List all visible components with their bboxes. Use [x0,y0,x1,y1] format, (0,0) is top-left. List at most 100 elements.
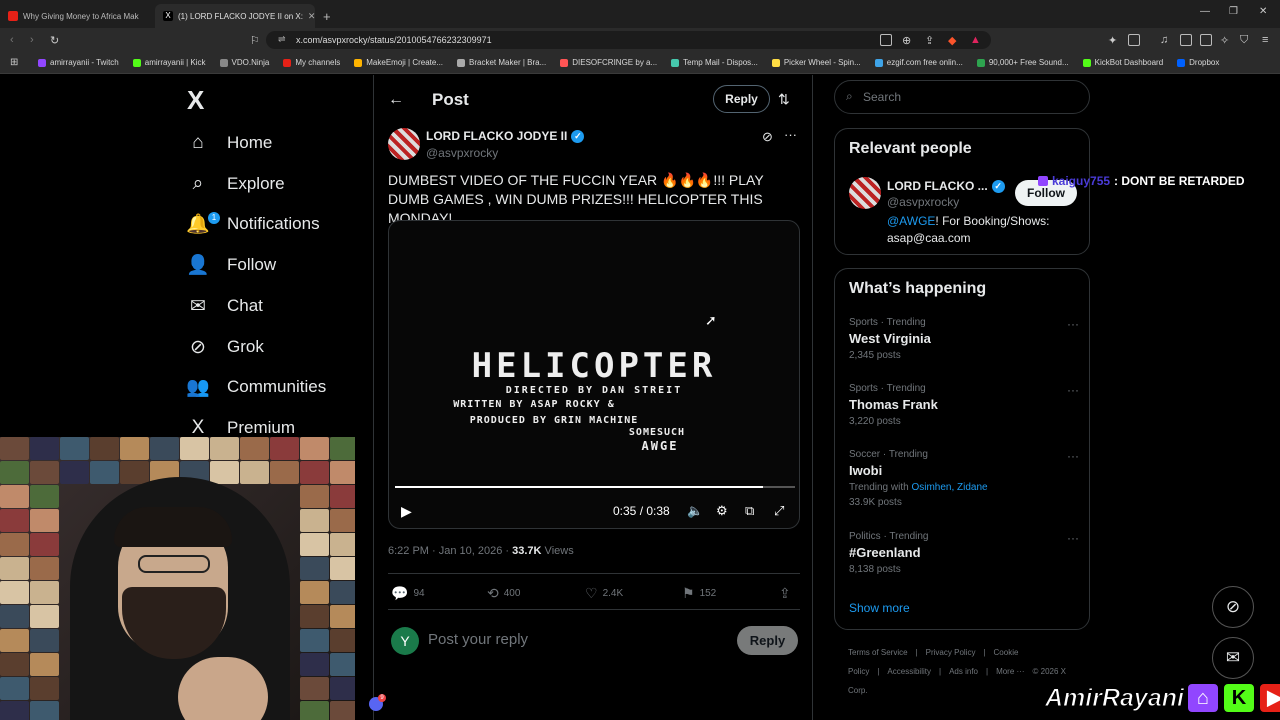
footer-link[interactable]: Accessibility [887,667,931,676]
bookmark-item[interactable]: amirrayanii | Kick [132,58,206,67]
reply-submit-button[interactable]: Reply [737,626,798,655]
bio-link[interactable]: @AWGE [887,214,935,228]
reload-icon[interactable]: ↻ [50,34,59,47]
tab-groups-icon[interactable] [1128,34,1140,46]
cast-icon[interactable] [880,34,892,46]
bookmark-item[interactable]: 90,000+ Free Sound... [976,58,1069,67]
discord-icon[interactable]: 9 [369,694,386,711]
bookmark-item[interactable]: Dropbox [1177,58,1219,67]
minimize-icon[interactable]: — [1200,6,1210,17]
repost-action[interactable]: ⟲ 400 [487,585,520,602]
bookmark-item[interactable]: DIESOFCRINGE by a... [560,58,657,67]
close-window-icon[interactable]: ✕ [1259,6,1267,17]
vpn-icon[interactable]: ⛉ [1240,34,1248,47]
sidebar-item-home[interactable]: ⌂ Home [185,125,272,161]
leo-ai-icon[interactable]: ✧ [1220,34,1229,47]
trend-more-icon[interactable]: ··· [1067,383,1079,397]
bookmark-favicon-icon [560,58,569,67]
bookmark-item[interactable]: My channels [283,58,340,67]
bookmark-item[interactable]: MakeEmoji | Create... [354,58,443,67]
author-avatar[interactable] [388,128,420,160]
trend-related-links[interactable]: Osimhen, Zidane [911,482,987,493]
bookmark-page-icon[interactable]: ⚐ [250,34,260,47]
sidebar-item-explore[interactable]: ⌕ Explore [185,166,285,202]
video-player[interactable]: HELICOPTER DIRECTED BY DAN STREIT WRITTE… [388,220,800,529]
x-logo-icon[interactable]: X [187,85,204,116]
footer-link[interactable]: Ads info [949,667,978,676]
sidebar-item-notifications[interactable]: 🔔 1 Notifications [185,206,320,242]
play-icon[interactable]: ▶ [401,503,412,520]
trend-name: Iwobi [849,463,883,478]
settings-gear-icon[interactable]: ⚙ [716,503,728,519]
post-timestamp[interactable]: 6:22 PM · Jan 10, 2026 · [388,545,512,557]
wallet-icon[interactable] [1200,34,1212,46]
bookmark-item[interactable]: ezgif.com free onlin... [874,58,963,67]
relevant-handle[interactable]: @asvpxrocky [887,195,959,209]
poster [330,533,355,556]
back-arrow-icon[interactable]: ← [388,91,404,109]
zoom-icon[interactable]: ⊕ [902,34,911,47]
like-action[interactable]: ♡ 2.4K [585,585,623,602]
extensions-icon[interactable]: ✦ [1108,34,1117,47]
sidebar-item-chat[interactable]: ✉ Chat [185,288,263,324]
bookmark-item[interactable]: VDO.Ninja [219,58,269,67]
trend-more-icon[interactable]: ··· [1067,449,1079,463]
brave-shield-icon[interactable]: ◆ [948,34,956,47]
reply-input[interactable]: Post your reply [428,631,528,648]
sidebar-item-grok[interactable]: ⊘ Grok [185,329,264,365]
volume-icon[interactable]: 🔈 [687,503,703,519]
divider [388,609,800,610]
bookmark-item[interactable]: amirrayanii - Twitch [38,58,119,67]
user-avatar[interactable]: Y [391,627,419,655]
sidebar-icon[interactable] [1180,34,1192,46]
trend-item[interactable]: Sports · Trending West Virginia 2,345 post… [849,317,1079,361]
fullscreen-icon[interactable]: ⤢ [774,503,784,519]
trend-more-icon[interactable]: ··· [1067,531,1079,545]
picture-in-picture-icon[interactable]: ⧉ [745,503,754,519]
more-options-icon[interactable]: ··· [784,127,797,142]
grok-icon[interactable]: ⊘ [762,129,773,145]
relevant-name-text: LORD FLACKO ... [887,179,988,193]
sidebar-item-follow[interactable]: 👤 Follow [185,247,276,283]
browser-tab[interactable]: Why Giving Money to Africa Mak [0,4,155,28]
new-tab-button[interactable]: + [315,4,339,28]
back-nav-icon[interactable]: ‹ [10,34,14,46]
reply-action[interactable]: 💬 94 [391,585,425,602]
reply-header-button[interactable]: Reply [713,85,770,113]
trend-more-icon[interactable]: ··· [1067,317,1079,331]
show-more-link[interactable]: Show more [849,601,910,615]
bookmark-item[interactable]: KickBot Dashboard [1082,58,1163,67]
video-progress-bar[interactable] [395,486,795,488]
footer-link[interactable]: Privacy Policy [926,648,976,657]
relevant-avatar[interactable] [849,177,881,209]
close-tab-icon[interactable]: ✕ [308,11,315,22]
share-action[interactable]: ⇪ [779,585,791,602]
sidebar-item-communities[interactable]: 👥 Communities [185,369,326,405]
grok-floating-icon[interactable]: ⊘ [1212,586,1254,628]
relevant-name[interactable]: LORD FLACKO ... ✓ [887,179,1005,193]
trend-item[interactable]: Sports · Trending Thomas Frank 3,220 posts… [849,383,1079,427]
browser-tab-active[interactable]: X (1) LORD FLACKO JODYE II on X: ✕ [155,4,315,28]
bookmark-item[interactable]: Bracket Maker | Bra... [457,58,546,67]
bookmark-item[interactable]: Temp Mail - Dispos... [671,58,758,67]
footer-link[interactable]: More ··· [996,667,1024,676]
relevant-people-card: Relevant people LORD FLACKO ... ✓ @asvpxr… [834,128,1090,255]
menu-icon[interactable]: ≡ [1262,34,1268,46]
author-handle[interactable]: @asvpxrocky [426,146,498,160]
author-name[interactable]: LORD FLACKO JODYE II ✓ [426,129,585,143]
share-icon[interactable]: ⇪ [925,34,934,47]
site-info-icon[interactable]: ⇌ [278,34,286,45]
restore-icon[interactable]: ❐ [1229,6,1238,17]
trend-item[interactable]: Politics · Trending #Greenland 8,138 posts… [849,531,1079,575]
reply-settings-icon[interactable]: ⇅ [778,91,790,108]
search-input[interactable]: ⌕ Search [834,80,1090,114]
media-icon[interactable]: ♫ [1160,34,1168,46]
brave-rewards-icon[interactable]: ▲ [970,34,981,46]
bookmark-action[interactable]: ⚑ 152 [682,585,716,602]
forward-nav-icon[interactable]: › [30,34,34,46]
bookmark-item[interactable]: Picker Wheel - Spin... [771,58,861,67]
apps-grid-icon[interactable]: ⊞ [10,57,18,68]
trend-item[interactable]: Soccer · Trending Iwobi Trending with Osim… [849,449,1079,508]
footer-link[interactable]: Terms of Service [848,648,908,657]
messages-floating-icon[interactable]: ✉ [1212,637,1254,679]
